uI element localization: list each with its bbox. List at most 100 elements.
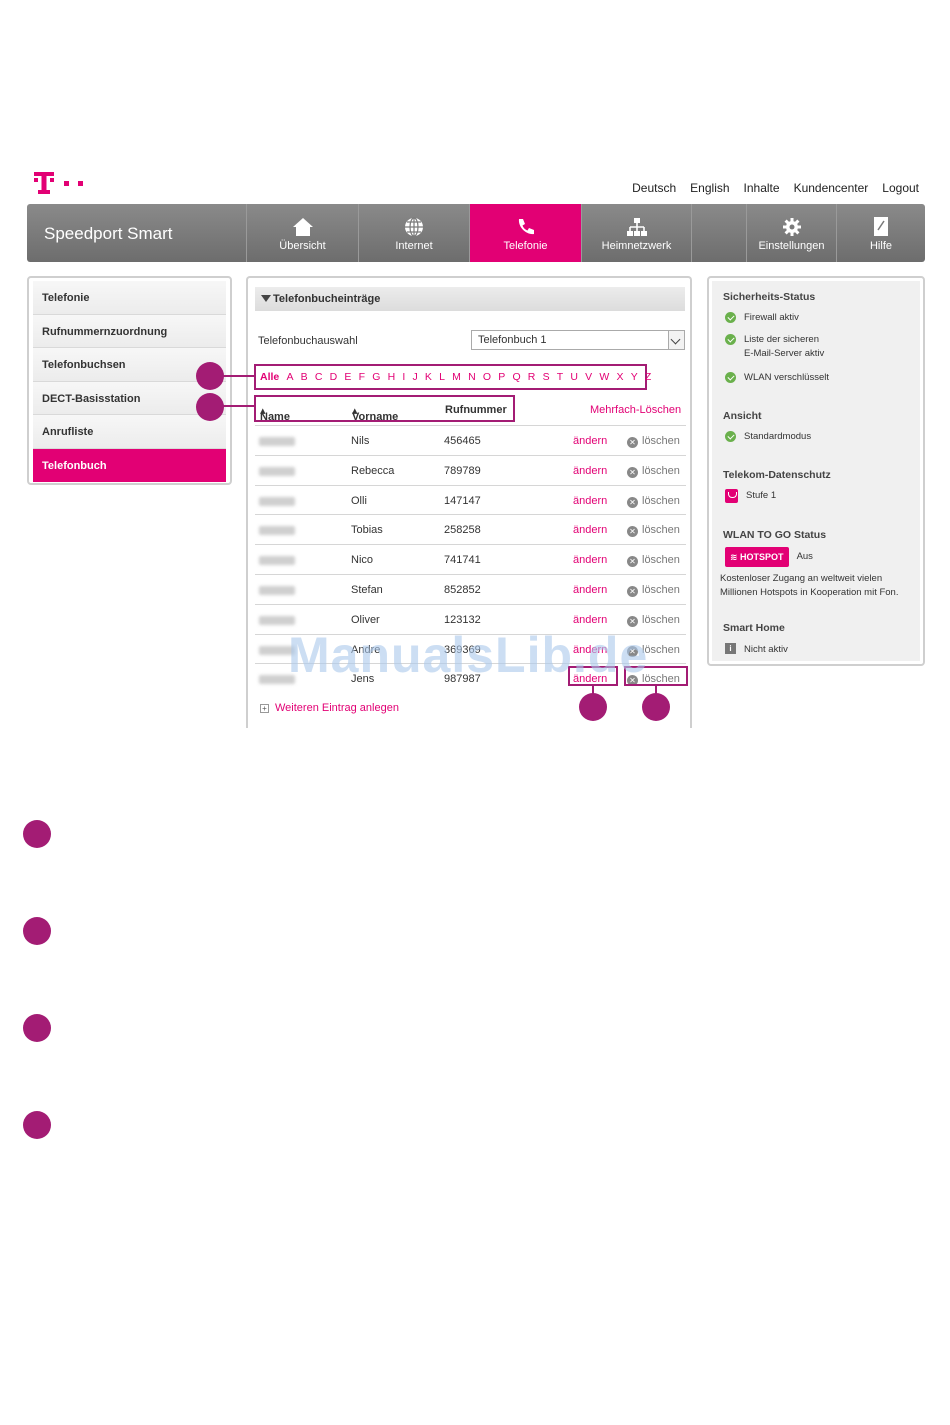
row-delete-link[interactable]: ✕ löschen [627,465,680,478]
letter-filter-item[interactable]: H [384,371,399,383]
row-delete-link[interactable]: ✕ löschen [627,524,680,538]
letter-filter-item[interactable]: T [553,371,567,383]
nav-tab-internet[interactable]: Internet [358,204,469,262]
table-header: Name ▴ Vorname ▴ Rufnummer [254,395,515,423]
contents-link[interactable]: Inhalte [744,181,780,195]
lang-deutsch-link[interactable]: Deutsch [632,181,676,195]
letter-filter-item[interactable]: V [582,371,596,383]
letter-filter-item[interactable]: N [465,371,480,383]
security-status-title: Sicherheits-Status [723,291,816,303]
multi-delete-link[interactable]: Mehrfach-Löschen [590,404,681,416]
status-privacy-level[interactable]: Stufe 1 [725,489,776,503]
row-delete-link[interactable]: ✕ löschen [627,584,680,597]
blurred-name [259,466,295,476]
sidebar-item-telefonie[interactable]: Telefonie [33,281,226,315]
blurred-name [259,437,295,446]
top-links: Deutsch English Inhalte Kundencenter Log… [632,181,919,195]
plus-icon: + [260,704,269,713]
help-book-icon [874,217,888,236]
smart-home-title: Smart Home [723,622,785,634]
sidebar-item-telefonbuch[interactable]: Telefonbuch [33,448,226,482]
legend-marker [23,820,51,848]
blurred-name [259,496,295,506]
letter-filter-item[interactable]: F [355,371,369,383]
telekom-logo-icon [34,172,83,194]
letter-filter-item[interactable]: G [369,371,384,383]
nav-tab-heimnetzwerk[interactable]: Heimnetzwerk [581,204,691,262]
nav-tab-einstellungen[interactable]: Einstellungen [746,204,836,262]
status-view-mode[interactable]: Standardmodus [725,430,811,444]
row-edit-link[interactable]: ändern [573,465,607,477]
letter-filter-item[interactable]: B [297,371,311,383]
row-delete-link[interactable]: ✕ löschen [627,614,680,627]
row-edit-link[interactable]: ändern [573,495,607,507]
letter-filter-item[interactable]: D [326,371,341,383]
row-edit-link[interactable]: ändern [573,524,607,536]
letter-filter-item[interactable]: W [596,371,613,383]
status-hotspot[interactable]: ≋ HOTSPOT Aus [725,547,813,567]
status-mailserver: Liste der sicheren E-Mail-Server aktiv [725,333,824,361]
sidebar-item-rufnummernzuordnung[interactable]: Rufnummernzuordnung [33,314,226,348]
letter-filter-item[interactable]: Y [627,371,641,383]
table-row: Stefan 852852 ändern ✕ löschen [255,574,686,604]
column-header-rufnummer[interactable]: Rufnummer [445,404,507,416]
legend-marker [23,1014,51,1042]
row-delete-link[interactable]: ✕ löschen [627,495,680,508]
lang-english-link[interactable]: English [690,181,729,195]
info-icon: i [725,643,736,654]
phonebook-header[interactable]: Telefonbucheinträge [255,287,685,311]
letter-filter-item[interactable]: S [539,371,553,383]
nav-tab-telefonie[interactable]: Telefonie [469,204,581,262]
row-edit-link[interactable]: ändern [573,435,607,447]
letter-filter-item[interactable]: J [409,371,421,383]
row-rufnummer: 147147 [444,494,481,507]
row-rufnummer: 123132 [444,613,481,626]
letter-filter-item[interactable]: R [524,371,539,383]
letter-filter-item[interactable]: P [495,371,509,383]
letter-filter-item[interactable]: L [436,371,449,383]
table-row: Olli 147147 ändern ✕ löschen [255,484,686,515]
letter-filter-item[interactable]: E [341,371,355,383]
sidebar-item-anrufliste[interactable]: Anrufliste [33,415,226,449]
logout-link[interactable]: Logout [882,181,919,195]
status-smart-home: i Nicht aktiv [725,643,788,657]
letter-filter-item[interactable]: A [283,371,297,383]
main-navigation: Speedport Smart Übersicht Internet Telef… [27,204,925,262]
letter-filter-item[interactable]: U [567,371,582,383]
blurred-name [259,615,295,625]
row-edit-link[interactable]: ändern [573,584,607,596]
row-edit-link[interactable]: ändern [573,554,607,566]
row-delete-link[interactable]: ✕ löschen [627,435,680,448]
table-row: Tobias 258258 ändern ✕ löschen [255,514,686,544]
delete-x-icon: ✕ [627,526,638,538]
add-entry-link[interactable]: + Weiteren Eintrag anlegen [260,702,399,714]
delete-x-icon: ✕ [627,496,638,508]
collapse-triangle-icon [261,295,271,302]
letter-filter-item[interactable]: O [479,371,494,383]
row-edit-link[interactable]: ändern [573,614,607,626]
kundencenter-link[interactable]: Kundencenter [794,181,869,195]
privacy-shield-icon [725,489,738,503]
letter-filter-item[interactable]: K [421,371,435,383]
blurred-name [259,556,295,566]
check-icon [725,334,736,345]
letter-filter-item[interactable]: I [399,371,409,383]
nav-tab-label: Heimnetzwerk [601,240,672,252]
table-row: Rebecca 789789 ändern ✕ löschen [255,454,686,485]
row-delete-link[interactable]: ✕ löschen [627,554,680,568]
nav-tab-uebersicht[interactable]: Übersicht [246,204,358,262]
letter-filter-item[interactable]: X [613,371,627,383]
check-icon [725,372,736,383]
chevron-down-icon [668,331,684,349]
letter-filter-item[interactable]: C [311,371,326,383]
column-header-vorname[interactable]: Vorname ▴ [352,404,398,423]
letter-filter-item[interactable]: Q [509,371,524,383]
nav-tab-hilfe[interactable]: Hilfe [836,204,925,262]
table-row: Nico 741741 ändern ✕ löschen [255,544,686,574]
nav-tab-label: Internet [395,240,433,252]
letter-filter-all[interactable]: Alle [260,371,283,383]
phonebook-select[interactable]: Telefonbuch 1 [471,330,685,350]
column-header-name[interactable]: Name ▴ [260,404,290,423]
letter-filter-item[interactable]: M [449,371,465,383]
letter-filter-item[interactable]: Z [641,371,655,383]
